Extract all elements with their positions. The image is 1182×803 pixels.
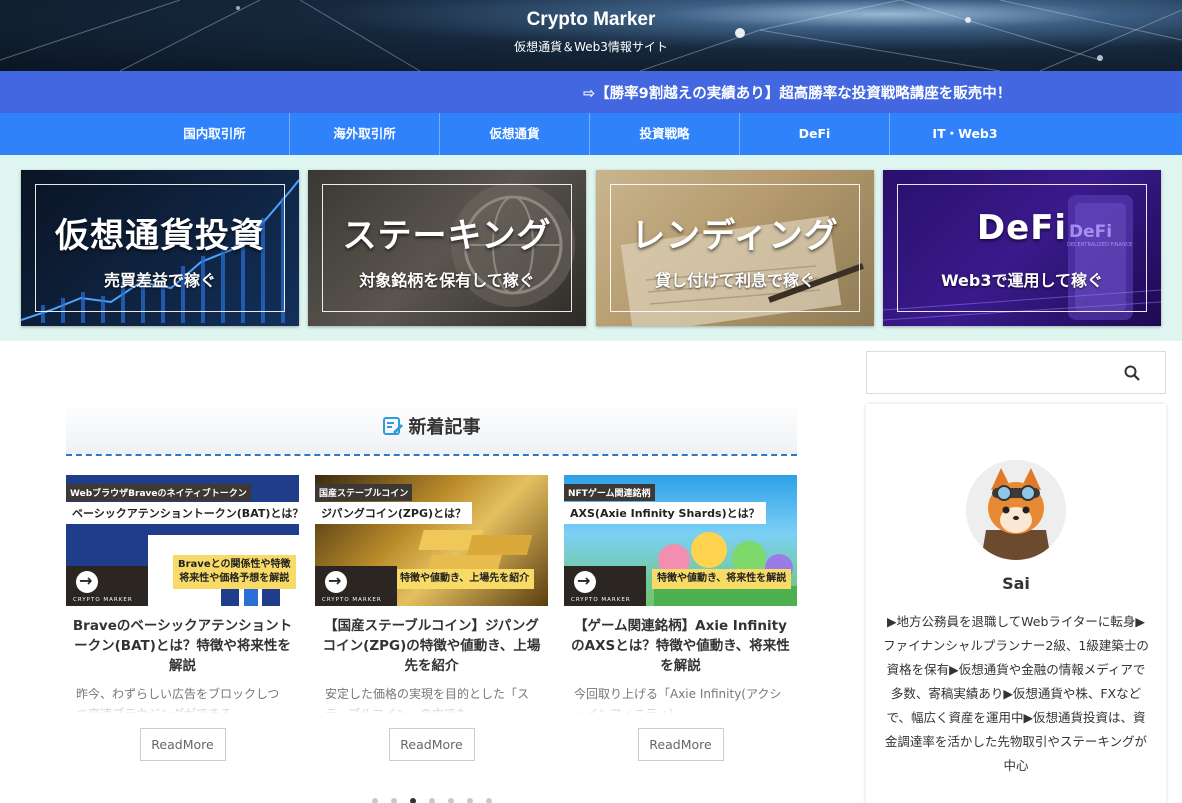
brand-mark-text: CRYPTO MARKER [322, 597, 382, 603]
article-title[interactable]: Braveのベーシックアテンショントークン(BAT)とは？特徴や将来性を解説 [66, 616, 299, 678]
article-card[interactable]: WebブラウザBraveのネイティブトークン ベーシックアテンショントークン(B… [66, 475, 299, 761]
carousel-dot[interactable] [429, 798, 435, 803]
thumb-tag: NFTゲーム関連銘柄 [564, 484, 655, 501]
main-content: 新着記事 WebブラウザBraveのネイティブトークン ベーシックアテンショント… [0, 341, 1182, 803]
avatar[interactable] [966, 460, 1066, 560]
profile-bio: ▶地方公務員を退職してWebライターに転身▶ファイナンシャルプランナー2級、1級… [883, 614, 1149, 773]
banner-frame [897, 184, 1147, 312]
profile-name: Sai [1002, 574, 1030, 593]
banner-title: レンディング [631, 216, 839, 256]
article-excerpt: 今回取り上げる「Axie Infinity(アクシーインフィニティ)」 [574, 687, 782, 714]
site-subtitle: 仮想通貨＆Web3情報サイト [514, 40, 668, 54]
nav-item-overseas-exchange[interactable]: 海外取引所 [290, 113, 440, 155]
banner-title: 仮想通貨投資 [55, 216, 265, 256]
banner-subtitle: Web3で運用して稼ぐ [940, 271, 1104, 290]
carousel-dot[interactable] [372, 798, 378, 803]
nav-item-domestic-exchange[interactable]: 国内取引所 [140, 113, 290, 155]
thumb-tag: 国産ステーブルコイン [315, 484, 413, 501]
nav-item-defi[interactable]: DeFi [740, 113, 890, 155]
banner-subtitle: 売買差益で稼ぐ [103, 271, 216, 290]
article-thumbnail[interactable]: 国産ステーブルコイン ジパングコイン(ZPG)とは？ 特徴や値動き、上場先を紹介… [315, 475, 548, 606]
brand-mark-text: CRYPTO MARKER [571, 597, 631, 603]
global-nav: 国内取引所 海外取引所 仮想通貨 投資戦略 DeFi IT・Web3 [0, 113, 1182, 155]
nav-item-investment-strategy[interactable]: 投資戦略 [590, 113, 740, 155]
new-articles-heading: 新着記事 [66, 401, 797, 456]
brand-mark: CRYPTO MARKER [564, 566, 646, 606]
edit-note-icon [382, 417, 403, 435]
banner-title: DeFi [976, 208, 1068, 248]
readmore-button[interactable]: ReadMore [139, 728, 226, 761]
thumb-headline: ジパングコイン(ZPG)とは？ [315, 502, 473, 524]
section-title: 新着記事 [408, 417, 481, 438]
notice-bar: ⇨【勝率9割越えの実績あり】超高勝率な投資戦略講座を販売中！ [0, 71, 1182, 113]
banner-defi[interactable]: DeFi DECENTRALIZED FINANCE DeFi Web3で運用し… [883, 170, 1161, 326]
thumb-note: 特徴や値動き、将来性を解説 [652, 569, 792, 589]
profile-widget: Sai ▶地方公務員を退職してWebライターに転身▶ファイナンシャルプランナー2… [866, 404, 1166, 803]
game-characters-graphic [654, 532, 797, 606]
article-title[interactable]: 【ゲーム関連銘柄】Axie InfinityのAXSとは？特徴や値動き、将来性を… [564, 616, 797, 678]
thumb-headline: AXS(Axie Infinity Shards)とは？ [564, 502, 766, 524]
arrow-icon [574, 571, 596, 593]
carousel-dot[interactable] [486, 798, 492, 803]
article-thumbnail[interactable]: WebブラウザBraveのネイティブトークン ベーシックアテンショントークン(B… [66, 475, 299, 606]
readmore-button[interactable]: ReadMore [637, 728, 724, 761]
banner-subtitle: 貸し付けて利息で稼ぐ [654, 271, 815, 290]
brand-mark-text: CRYPTO MARKER [73, 597, 133, 603]
article-card[interactable]: NFTゲーム関連銘柄 AXS(Axie Infinity Shards)とは？ … [564, 475, 797, 761]
carousel-dots [372, 798, 492, 803]
search-box [866, 351, 1166, 394]
search-input[interactable] [867, 352, 1107, 393]
nav-item-it-web3[interactable]: IT・Web3 [890, 113, 1040, 155]
article-excerpt: 安定した価格の実現を目的とした「ステーブルコイン」の中でも [325, 687, 530, 714]
banner-staking[interactable]: ステーキング 対象銘柄を保有して稼ぐ [308, 170, 586, 326]
thumb-headline: ベーシックアテンショントークン(BAT)とは？ [66, 502, 299, 524]
nav-item-crypto[interactable]: 仮想通貨 [440, 113, 590, 155]
article-excerpt: 昨今、わずらしい広告をブロックしつつ高速ブラウジングができる [76, 687, 280, 714]
article-card[interactable]: 国産ステーブルコイン ジパングコイン(ZPG)とは？ 特徴や値動き、上場先を紹介… [315, 475, 548, 761]
banner-crypto-investment[interactable]: 仮想通貨投資 売買差益で稼ぐ [21, 170, 299, 326]
search-icon[interactable] [1124, 365, 1140, 381]
banner-title: ステーキング [342, 216, 552, 256]
article-thumbnail[interactable]: NFTゲーム関連銘柄 AXS(Axie Infinity Shards)とは？ … [564, 475, 797, 606]
carousel-dot[interactable] [410, 798, 416, 803]
carousel-dot[interactable] [448, 798, 454, 803]
banner-lending[interactable]: レンディング 貸し付けて利息で稼ぐ [596, 170, 874, 326]
site-header: Crypto Marker 仮想通貨＆Web3情報サイト [0, 0, 1182, 71]
banner-subtitle: 対象銘柄を保有して稼ぐ [359, 271, 535, 290]
readmore-button[interactable]: ReadMore [388, 728, 475, 761]
article-title[interactable]: 【国産ステーブルコイン】ジパングコイン(ZPG)の特徴や値動き、上場先を紹介 [315, 616, 548, 678]
brand-mark: CRYPTO MARKER [315, 566, 397, 606]
site-title[interactable]: Crypto Marker [0, 9, 1182, 31]
arrow-icon [325, 571, 347, 593]
notice-link[interactable]: ⇨【勝率9割越えの実績あり】超高勝率な投資戦略講座を販売中！ [583, 82, 1011, 103]
fox-avatar-icon [966, 460, 1066, 560]
thumb-note: Braveとの関係性や特徴 将来性や価格予想を解説 [173, 555, 296, 589]
brand-mark: CRYPTO MARKER [66, 566, 148, 606]
thumb-tag: WebブラウザBraveのネイティブトークン [66, 484, 251, 501]
carousel-dot[interactable] [391, 798, 397, 803]
thumb-note: 特徴や値動き、上場先を紹介 [395, 569, 535, 589]
category-banner-strip: 仮想通貨投資 売買差益で稼ぐ ステーキング 対象銘柄を保有して稼ぐ レンディング… [0, 155, 1182, 341]
arrow-icon [76, 571, 98, 593]
carousel-dot[interactable] [467, 798, 473, 803]
